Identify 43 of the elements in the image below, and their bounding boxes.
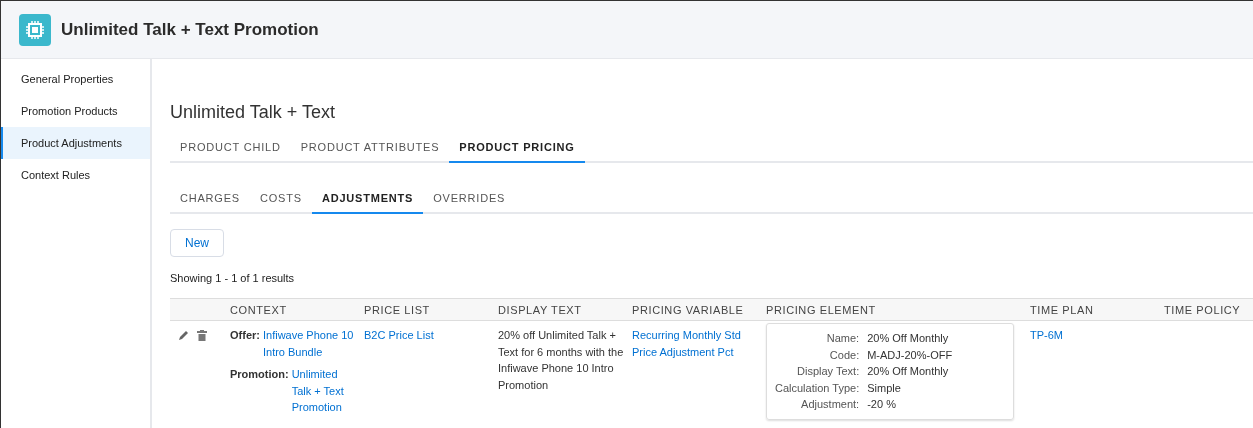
field-label: Code: [828,347,860,363]
price-list-link[interactable]: B2C Price List [364,327,492,344]
sidebar-item[interactable]: Context Rules [1,159,150,191]
tab[interactable]: COSTS [250,186,312,212]
chip-icon [19,13,51,46]
field-value: Simple [867,380,902,396]
field-label: Adjustment: [800,397,860,412]
pricing-variable-link[interactable]: Recurring Monthly Std Price Adjustment Pct [632,327,760,360]
column-header: DISPLAY TEXT [498,303,583,316]
pencil-icon[interactable] [178,330,189,341]
display-text: 20% off Unlimited Talk + Text for 6 months with the Infiwave Phone 10 Intro Promotion [498,329,624,391]
context-text: Offer: Infiwave Phone 10 Intro Bundle [230,327,358,360]
time-plan-link[interactable]: TP-6M [1030,327,1158,344]
section-title: Unlimited Talk + Text [170,102,336,124]
tab[interactable]: PRODUCT CHILD [170,135,291,161]
field-label: Display Text: [796,364,860,379]
tab[interactable]: CHARGES [170,186,250,212]
field-label: Name: [825,331,860,346]
field-value: -20 % [867,397,897,412]
sidebar-item[interactable]: Promotion Products [1,95,150,127]
column-header: TIME PLAN [1030,303,1095,316]
context-link[interactable]: Infiwave Phone 10 Intro Bundle [262,327,358,360]
column-header: PRICING VARIABLE [632,303,745,316]
tab[interactable]: PRODUCT ATTRIBUTES [290,135,450,161]
tab[interactable]: PRODUCT PRICING [449,135,585,163]
field-value: 20% Off Monthly [867,364,950,379]
field-value: 20% Off Monthly [867,331,950,346]
results-count: Showing 1 - 1 of 1 results [170,272,296,284]
field-label: Calculation Type: [775,380,860,396]
column-header: TIME POLICY [1164,303,1242,316]
context-text: Promotion: Unlimited Talk + Text Promotion [230,366,358,416]
tab[interactable]: ADJUSTMENTS [311,186,424,214]
tab[interactable]: OVERRIDES [423,186,516,212]
sidebar-item[interactable]: General Properties [1,63,150,95]
trash-icon[interactable] [197,330,207,341]
new-button[interactable]: New [170,229,224,257]
column-header: CONTEXT [230,303,288,316]
page-header-title: Unlimited Talk + Text Promotion [61,19,319,40]
column-header: PRICING ELEMENT [766,303,877,316]
context-link[interactable]: Unlimited Talk + Text Promotion [291,366,358,416]
field-value: M-ADJ-20%-OFF [867,347,954,363]
sidebar-item[interactable]: Product Adjustments [1,127,150,159]
column-header: PRICE LIST [364,303,431,316]
